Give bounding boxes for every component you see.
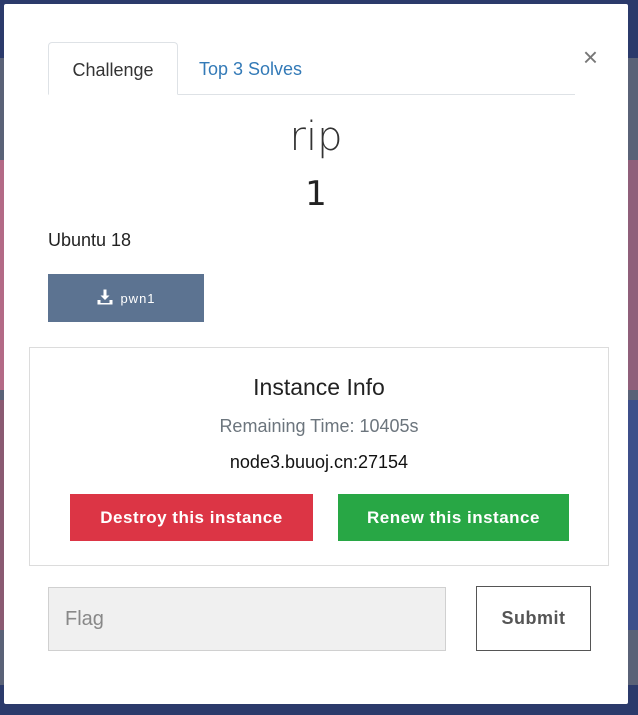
download-file-button[interactable]: pwn1 [48,274,204,322]
challenge-value: 1 [305,174,327,214]
challenge-name: rip [289,114,343,160]
instance-info-panel: Instance Info Remaining Time: 10405s nod… [29,347,609,566]
challenge-description: Ubuntu 18 [48,230,132,250]
flag-input[interactable] [48,587,446,651]
instance-title: Instance Info [253,374,385,400]
download-icon [96,288,114,309]
tab-top-solves[interactable]: Top 3 Solves [178,42,323,94]
background-card-right [628,160,638,390]
close-button[interactable]: × [583,44,598,70]
renew-instance-button[interactable]: Renew this instance [338,494,569,541]
remaining-time: Remaining Time: 10405s [219,416,419,436]
destroy-instance-button[interactable]: Destroy this instance [70,494,313,541]
tab-challenge[interactable]: Challenge [48,42,178,95]
challenge-modal: × Challenge Top 3 Solves rip 1 Ubuntu 18… [4,4,628,704]
modal-tabs: Challenge Top 3 Solves [48,42,575,95]
instance-host: node3.buuoj.cn:27154 [229,452,409,472]
submit-button[interactable]: Submit [476,586,591,651]
background-card-right-2 [628,400,638,630]
download-file-label: pwn1 [120,290,156,306]
